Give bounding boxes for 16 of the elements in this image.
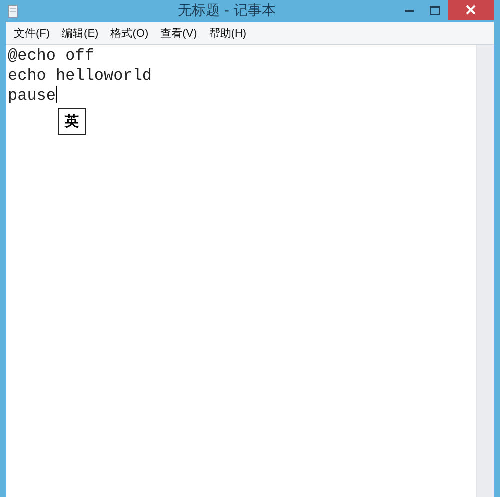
menu-item[interactable]: 文件(F) [8, 26, 56, 40]
menu-item[interactable]: 编辑(E) [56, 26, 105, 40]
minimize-icon [404, 8, 414, 12]
maximize-icon [430, 6, 440, 14]
menu-item[interactable]: 帮助(H) [203, 26, 253, 40]
text-line: pause [8, 86, 58, 106]
text-line: @echo off [8, 47, 94, 66]
text-line: echo helloworld [8, 66, 152, 86]
notepad-icon [8, 4, 18, 18]
menu-item[interactable]: 格式(O) [104, 26, 155, 40]
scrollbar-track[interactable] [476, 45, 494, 497]
menu-item[interactable]: 查看(V) [154, 26, 204, 40]
close-button[interactable] [448, 0, 494, 20]
close-icon [466, 5, 476, 15]
window-title: 无标题 - 记事本 [177, 2, 277, 20]
ime-indicator[interactable]: 英 [58, 108, 86, 135]
